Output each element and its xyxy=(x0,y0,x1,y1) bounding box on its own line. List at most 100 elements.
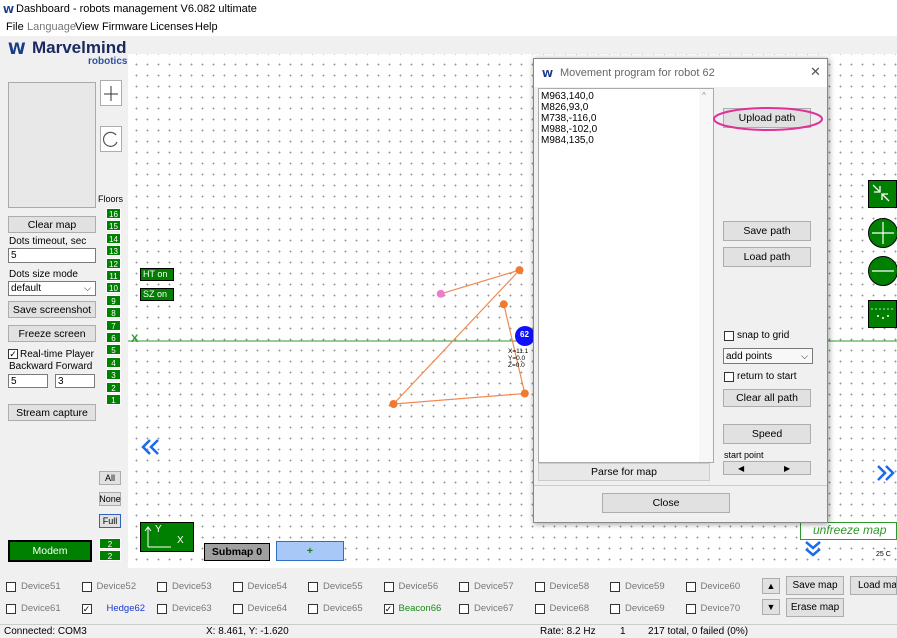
canvas-top-strip xyxy=(128,36,897,54)
load-map-button[interactable]: Load map xyxy=(850,576,897,595)
start-point-stepper[interactable]: ◀ ▶ xyxy=(723,461,811,475)
beacon-62[interactable]: 62 xyxy=(515,326,535,346)
double-chevron-right-icon[interactable] xyxy=(876,464,896,484)
device-checkbox[interactable]: Device68 xyxy=(534,600,589,617)
floor-7[interactable]: 7 xyxy=(106,319,121,331)
menu-help[interactable]: Help xyxy=(195,21,218,33)
path-point[interactable] xyxy=(389,400,398,408)
scroll-down-button[interactable]: ▼ xyxy=(762,599,780,615)
load-path-button[interactable]: Load path xyxy=(723,247,811,267)
device-checkbox[interactable]: Device56 xyxy=(383,578,438,595)
device-checkbox[interactable]: Device59 xyxy=(610,578,665,595)
chevron-up-icon[interactable]: ^ xyxy=(702,90,706,101)
dots-timeout-input[interactable]: 5 xyxy=(8,248,96,263)
device-checkbox[interactable]: Device63 xyxy=(157,600,212,617)
floors-full-button[interactable]: Full xyxy=(99,514,121,528)
device-checkbox[interactable]: Device64 xyxy=(232,600,287,617)
save-map-button[interactable]: Save map xyxy=(786,576,844,595)
backward-input[interactable]: 5 xyxy=(8,374,48,388)
double-chevron-left-icon[interactable] xyxy=(140,438,162,456)
device-checkbox[interactable]: Device57 xyxy=(459,578,514,595)
floor-8[interactable]: 8 xyxy=(106,307,121,319)
clear-all-path-button[interactable]: Clear all path xyxy=(723,389,811,407)
forward-input[interactable]: 3 xyxy=(55,374,95,388)
device-checkbox[interactable]: Device69 xyxy=(610,600,665,617)
zoom-fit-button[interactable] xyxy=(868,180,897,208)
device-checkbox[interactable]: Device60 xyxy=(685,578,740,595)
device-checkbox[interactable]: Device70 xyxy=(685,600,740,617)
floor-bottom-2[interactable]: 2 xyxy=(99,550,121,561)
close-button[interactable]: Close xyxy=(602,493,730,513)
path-textarea[interactable]: M963,140,0 M826,93,0 M738,-116,0 M988,-1… xyxy=(538,88,714,463)
floor-5[interactable]: 5 xyxy=(106,344,121,356)
save-path-button[interactable]: Save path xyxy=(723,221,811,241)
rotate-tool-button[interactable] xyxy=(100,126,122,152)
zoom-out-button[interactable] xyxy=(868,256,897,286)
save-screenshot-button[interactable]: Save screenshot xyxy=(8,301,96,318)
textarea-scrollbar[interactable]: ^ xyxy=(699,89,713,462)
device-checkbox[interactable]: Device61 xyxy=(6,600,61,617)
floor-14[interactable]: 14 xyxy=(106,232,121,244)
snap-to-grid-checkbox[interactable]: snap to grid xyxy=(724,330,789,341)
path-point[interactable] xyxy=(520,389,529,398)
device-checkbox[interactable]: Device53 xyxy=(157,578,212,595)
freeze-screen-button[interactable]: Freeze screen xyxy=(8,325,96,342)
floors-all-button[interactable]: All xyxy=(99,471,121,485)
device-checkbox[interactable]: ✓ Hedge62 xyxy=(81,600,145,617)
floor-10[interactable]: 10 xyxy=(106,282,121,294)
menu-file[interactable]: File xyxy=(6,21,24,33)
modem-button[interactable]: Modem xyxy=(8,540,92,562)
floor-3[interactable]: 3 xyxy=(106,369,121,381)
device-checkbox[interactable]: Device51 xyxy=(6,578,61,595)
floor-6[interactable]: 6 xyxy=(106,332,121,343)
device-checkbox[interactable]: Device52 xyxy=(81,578,136,595)
triangle-left-icon[interactable]: ◀ xyxy=(738,464,744,473)
device-checkbox[interactable]: Device67 xyxy=(459,600,514,617)
submap-button[interactable]: Submap 0 xyxy=(204,543,270,561)
clear-map-button[interactable]: Clear map xyxy=(8,216,96,233)
floors-none-button[interactable]: None xyxy=(99,492,121,506)
floor-11[interactable]: 11 xyxy=(106,270,121,281)
floor-2[interactable]: 2 xyxy=(106,381,121,393)
floor-12[interactable]: 12 xyxy=(106,257,121,269)
stream-capture-button[interactable]: Stream capture xyxy=(8,404,96,421)
return-to-start-checkbox[interactable]: return to start xyxy=(724,371,796,382)
path-point[interactable] xyxy=(436,289,445,298)
grid-dots-button[interactable] xyxy=(868,300,897,328)
speed-button[interactable]: Speed xyxy=(723,424,811,444)
add-points-select[interactable]: add points ⌵ xyxy=(723,348,813,364)
floor-13[interactable]: 13 xyxy=(106,245,121,257)
double-chevron-down-icon[interactable] xyxy=(804,540,822,558)
device-checkbox[interactable]: Device55 xyxy=(308,578,363,595)
menu-firmware[interactable]: Firmware xyxy=(102,21,148,33)
floor-16[interactable]: 16 xyxy=(106,208,121,219)
floor-15[interactable]: 15 xyxy=(106,220,121,232)
unfreeze-map-button[interactable]: unfreeze map xyxy=(800,522,897,540)
menu-licenses[interactable]: Licenses xyxy=(150,21,193,33)
close-icon[interactable]: ✕ xyxy=(810,64,821,80)
erase-map-button[interactable]: Erase map xyxy=(786,598,844,617)
floor-9[interactable]: 9 xyxy=(106,294,121,306)
status-total: 217 total, 0 failed (0%) xyxy=(648,626,749,637)
device-checkbox[interactable]: Device58 xyxy=(534,578,589,595)
axes-x-label: X xyxy=(177,535,184,546)
floor-1[interactable]: 1 xyxy=(106,394,121,405)
menu-language[interactable]: Language xyxy=(27,21,76,33)
device-checkbox[interactable]: Device54 xyxy=(232,578,287,595)
device-checkbox[interactable]: Device65 xyxy=(308,600,363,617)
triangle-right-icon[interactable]: ▶ xyxy=(784,464,790,473)
axis-tool-button[interactable] xyxy=(100,80,122,106)
scroll-up-button[interactable]: ▲ xyxy=(762,578,780,594)
parse-for-map-button[interactable]: Parse for map xyxy=(538,463,710,481)
path-point[interactable] xyxy=(515,266,524,275)
path-point[interactable] xyxy=(499,300,508,309)
zoom-in-button[interactable] xyxy=(868,218,897,248)
beacon-62-label: 62 xyxy=(520,330,529,339)
floor-bottom-1[interactable]: 2 xyxy=(99,538,121,549)
realtime-player-checkbox[interactable]: ✓ Real-time Player xyxy=(8,348,98,360)
dots-size-select[interactable]: default ⌵ xyxy=(8,281,96,296)
device-checkbox[interactable]: ✓ Beacon66 xyxy=(383,600,441,617)
add-submap-button[interactable]: + xyxy=(276,541,344,561)
menu-view[interactable]: View xyxy=(75,21,99,33)
floor-4[interactable]: 4 xyxy=(106,356,121,368)
